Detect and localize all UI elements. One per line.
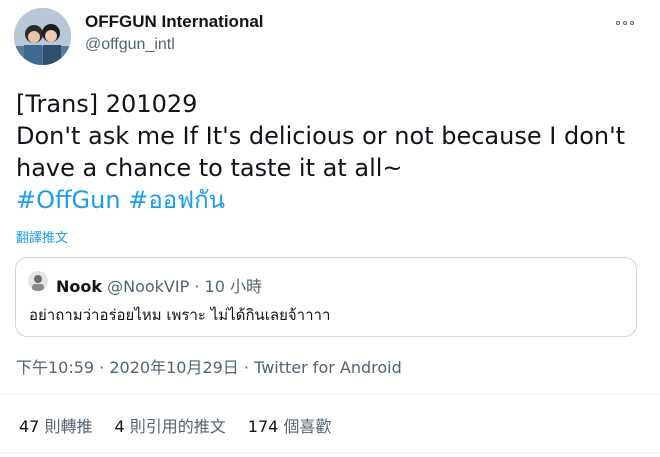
tweet-text-line: have a chance to taste it at all~	[16, 154, 403, 182]
quoted-author-name: Nook	[56, 277, 103, 296]
quoted-tweet-card[interactable]: Nook @NookVIP · 10 小時 อย่าถามว่าอร่อยไหม…	[15, 257, 637, 337]
likes-count: 174	[247, 417, 279, 436]
retweets-stat[interactable]: 47 則轉推	[19, 413, 92, 437]
likes-label: 個喜歡	[283, 417, 332, 436]
retweets-count: 47	[19, 417, 40, 436]
author-display-name[interactable]: OFFGUN International	[85, 12, 264, 32]
quoted-author-avatar	[28, 271, 48, 291]
retweets-label: 則轉推	[44, 417, 93, 436]
author-avatar[interactable]	[14, 8, 71, 65]
tweet-text-line: [Trans] 201029	[16, 90, 198, 118]
hashtag-link[interactable]: #ออฟกัน	[128, 186, 225, 214]
quoted-tweet-time: 10 小時	[204, 277, 262, 296]
quoted-tweet-text: อย่าถามว่าอร่อยไหม เพราะ ไม่ได้กินเลยจ้า…	[29, 306, 331, 324]
tweet-stats-row: 47 則轉推 4 則引用的推文 174 個喜歡	[19, 413, 353, 437]
hashtag-link[interactable]: #OffGun	[16, 186, 121, 214]
tweet-text-line: Don't ask me If It's delicious or not be…	[16, 122, 626, 150]
meta-separator: ·	[194, 277, 200, 296]
quote-tweets-stat[interactable]: 4 則引用的推文	[114, 413, 225, 437]
likes-stat[interactable]: 174 個喜歡	[248, 413, 332, 437]
quote-tweets-count: 4	[114, 417, 125, 436]
tweet-meta-row: 下午10:59 · 2020年10月29日 · Twitter for Andr…	[16, 354, 402, 378]
tweet-source-link[interactable]: Twitter for Android	[254, 358, 402, 377]
profile-photo-icon	[28, 271, 48, 291]
profile-photo-icon	[14, 8, 71, 65]
tweet-text: [Trans] 201029 Don't ask me If It's deli…	[16, 88, 646, 216]
meta-separator: ·	[243, 358, 249, 377]
quote-tweets-label: 則引用的推文	[129, 417, 226, 436]
author-handle[interactable]: @offgun_intl	[85, 36, 175, 54]
translate-tweet-link[interactable]: 翻譯推文	[16, 227, 68, 246]
tweet-timestamp[interactable]: 下午10:59 · 2020年10月29日	[16, 358, 239, 377]
more-options-button[interactable]	[608, 10, 642, 36]
more-horizontal-icon	[623, 21, 627, 25]
tweet-hashtags-line: #OffGun #ออฟกัน	[16, 184, 646, 216]
more-horizontal-icon	[630, 21, 634, 25]
more-horizontal-icon	[616, 21, 620, 25]
divider	[0, 452, 660, 453]
quoted-author-handle: @NookVIP	[107, 277, 190, 296]
divider	[0, 394, 660, 395]
quoted-tweet-header: Nook @NookVIP · 10 小時	[56, 273, 262, 297]
